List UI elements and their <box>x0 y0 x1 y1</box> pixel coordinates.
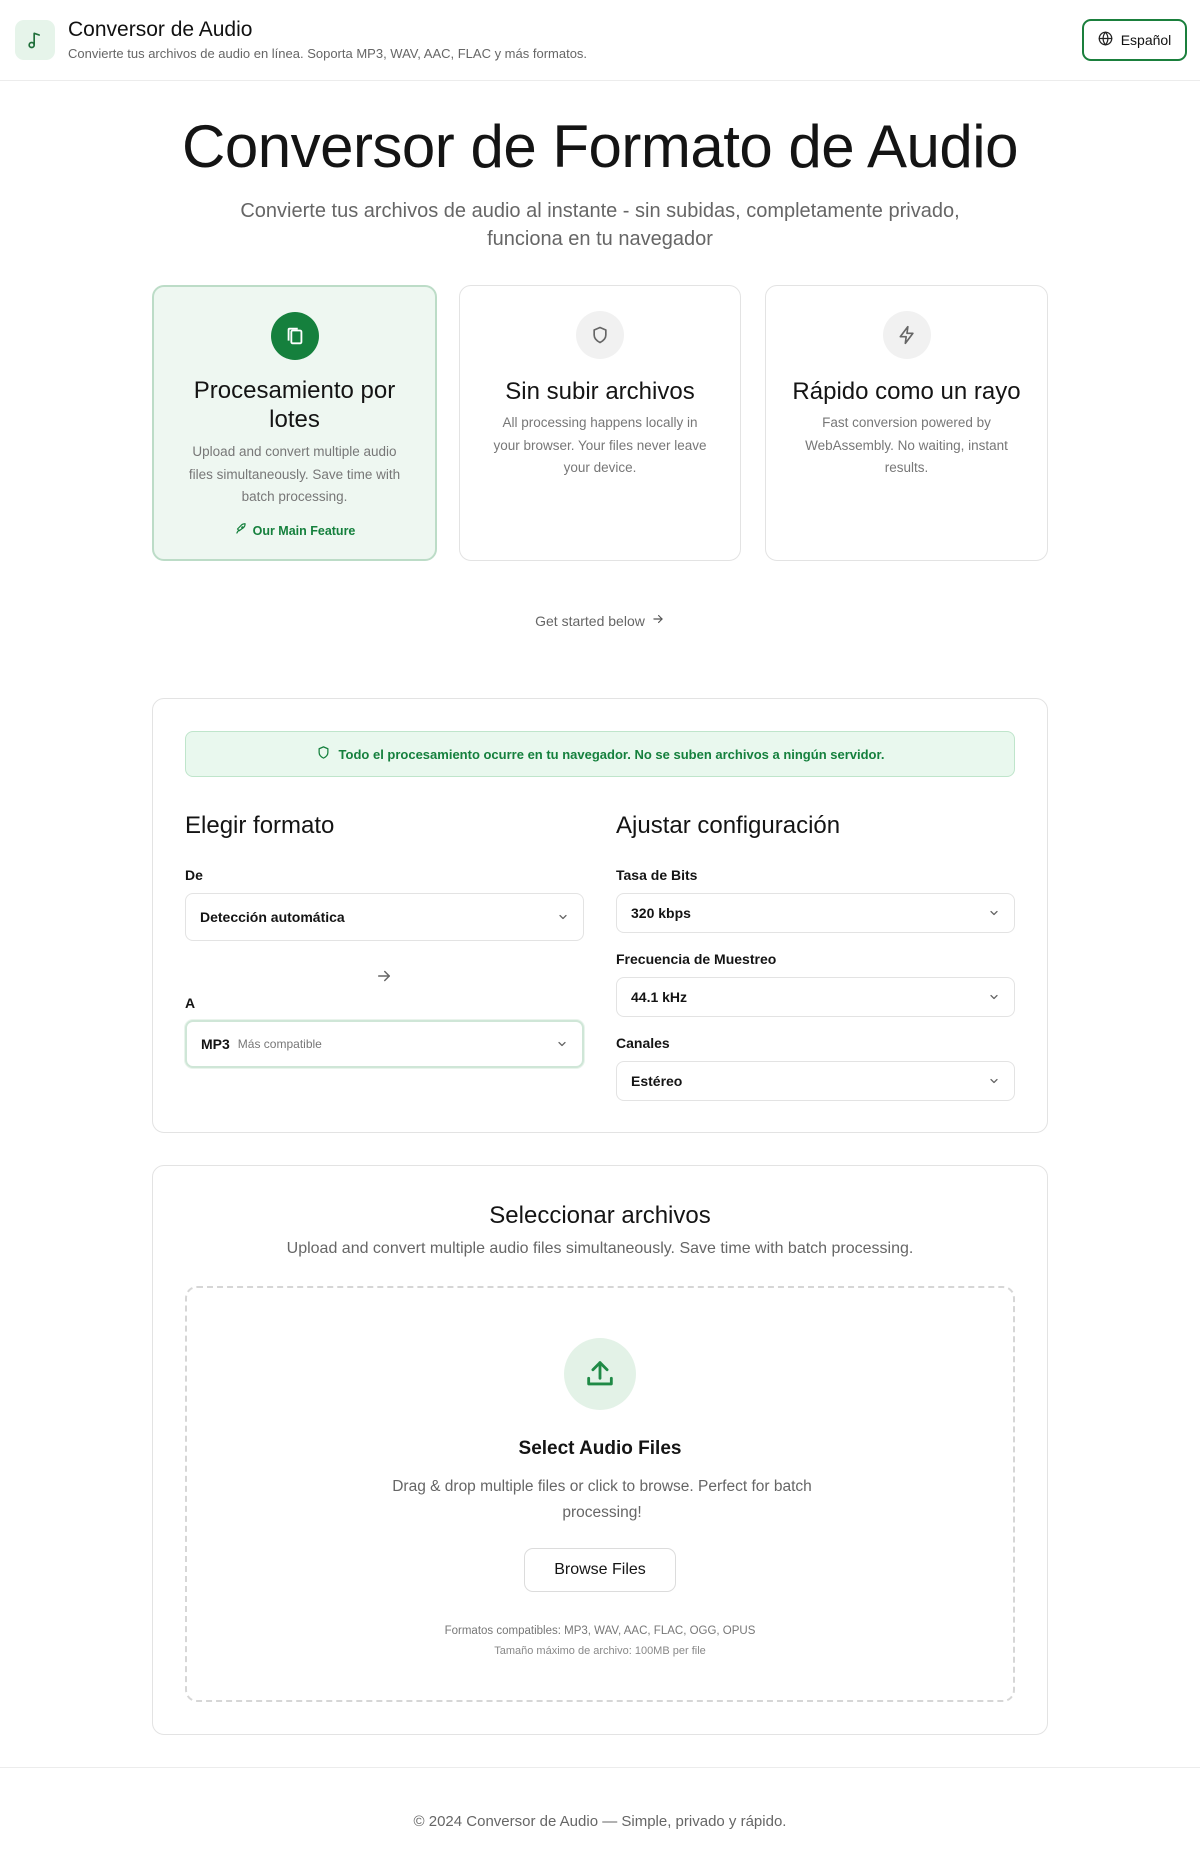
file-upload-panel: Seleccionar archivos Upload and convert … <box>152 1165 1048 1735</box>
dropzone-title: Select Audio Files <box>518 1438 682 1459</box>
app-title: Conversor de Audio <box>68 18 253 41</box>
top-header: Conversor de Audio Convierte tus archivo… <box>0 0 1200 81</box>
get-started-link[interactable]: Get started below <box>0 612 1200 629</box>
feature-title: Rápido como un rayo <box>792 378 1021 405</box>
upload-icon <box>564 1338 636 1410</box>
chevron-down-icon <box>990 994 998 1000</box>
bitrate-select[interactable]: 320 kbps <box>616 893 1015 933</box>
adjust-settings-title: Ajustar configuración <box>616 812 841 839</box>
converter-settings-panel: Todo el procesamiento ocurre en tu naveg… <box>152 698 1048 1133</box>
main-feature-tag-label: Our Main Feature <box>252 523 356 538</box>
chevron-down-icon <box>990 910 998 916</box>
to-format-value: MP3 <box>201 1036 230 1052</box>
bitrate-value: 320 kbps <box>631 905 691 921</box>
arrow-right-icon <box>651 612 665 629</box>
shield-icon <box>316 745 331 763</box>
browse-files-button[interactable]: Browse Files <box>524 1548 676 1592</box>
file-dropzone[interactable]: Select Audio Files Drag & drop multiple … <box>185 1286 1015 1702</box>
feature-title: Procesamiento por lotes <box>193 377 396 433</box>
shield-icon <box>576 311 624 359</box>
feature-description: Fast conversion powered by WebAssembly. … <box>805 415 1008 475</box>
channels-value: Estéreo <box>631 1073 683 1089</box>
music-note-icon <box>15 20 55 60</box>
feature-card-batch: Procesamiento por lotes Upload and conve… <box>152 285 437 561</box>
channels-label: Canales <box>616 1035 670 1051</box>
chevron-down-icon <box>990 1078 998 1084</box>
lightning-icon <box>882 311 931 359</box>
page-footer: © 2024 Conversor de Audio — Simple, priv… <box>0 1767 1200 1856</box>
dropzone-description: Drag & drop multiple files or click to b… <box>392 1478 812 1521</box>
channels-select[interactable]: Estéreo <box>616 1061 1015 1101</box>
footer-text: © 2024 Conversor de Audio — Simple, priv… <box>413 1813 787 1830</box>
from-label: De <box>185 867 203 883</box>
to-format-select[interactable]: MP3 Más compatible <box>185 1020 584 1068</box>
feature-description: All processing happens locally in your b… <box>493 415 707 475</box>
privacy-notice: Todo el procesamiento ocurre en tu naveg… <box>185 731 1015 777</box>
language-label: Español <box>1120 32 1172 48</box>
privacy-notice-text: Todo el procesamiento ocurre en tu naveg… <box>338 746 885 762</box>
get-started-label: Get started below <box>535 612 645 629</box>
sample-rate-value: 44.1 kHz <box>631 989 688 1005</box>
chevron-down-icon <box>558 1041 566 1047</box>
app-subtitle: Convierte tus archivos de audio en línea… <box>68 46 588 61</box>
select-files-subtitle: Upload and convert multiple audio files … <box>286 1240 914 1257</box>
select-files-title: Seleccionar archivos <box>489 1202 711 1229</box>
globe-icon <box>1098 31 1113 49</box>
feature-card-no-upload: Sin subir archivos All processing happen… <box>459 285 741 561</box>
chevron-down-icon <box>559 914 567 920</box>
from-format-select[interactable]: Detección automática <box>185 893 584 941</box>
language-button[interactable]: Español <box>1082 19 1187 61</box>
rocket-icon <box>234 522 248 539</box>
max-file-size: Tamaño máximo de archivo: 100MB per file <box>494 1645 706 1657</box>
to-label: A <box>185 995 196 1011</box>
bitrate-label: Tasa de Bits <box>616 867 698 883</box>
feature-card-fast: Rápido como un rayo Fast conversion powe… <box>765 285 1048 561</box>
page-subtitle: Convierte tus archivos de audio al insta… <box>240 200 960 250</box>
main-feature-tag: Our Main Feature <box>154 522 435 539</box>
sample-rate-label: Frecuencia de Muestreo <box>616 951 777 967</box>
choose-format-title: Elegir formato <box>185 812 335 839</box>
to-format-hint: Más compatible <box>237 1037 322 1051</box>
feature-description: Upload and convert multiple audio files … <box>188 444 401 504</box>
files-icon <box>270 312 319 360</box>
sample-rate-select[interactable]: 44.1 kHz <box>616 977 1015 1017</box>
supported-formats: Formatos compatibles: MP3, WAV, AAC, FLA… <box>444 1625 756 1637</box>
feature-title: Sin subir archivos <box>505 378 695 405</box>
page-title: Conversor de Formato de Audio <box>182 113 1018 180</box>
from-format-value: Detección automática <box>200 909 345 925</box>
arrow-right-icon <box>378 970 390 982</box>
